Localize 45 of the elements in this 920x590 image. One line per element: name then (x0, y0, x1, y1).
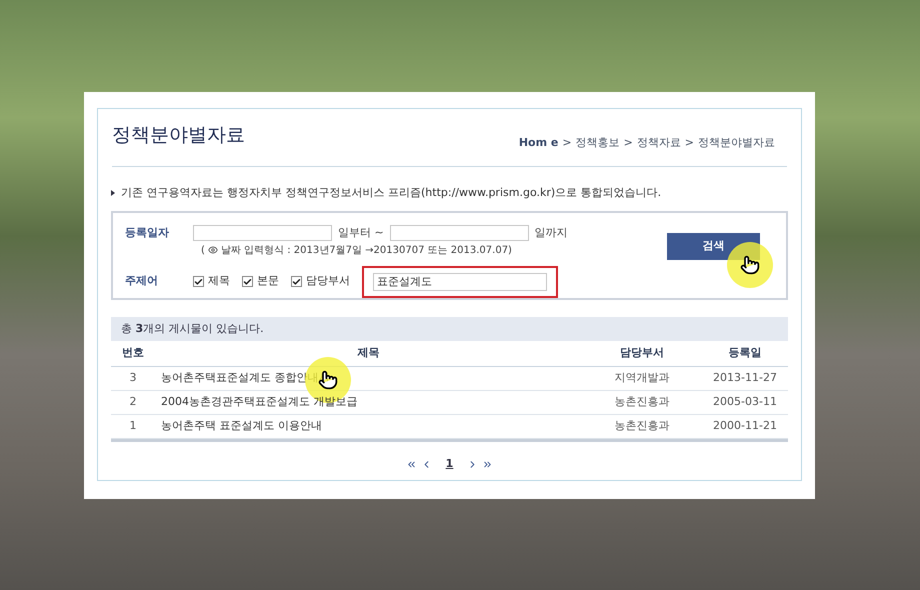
table-cell: 2005-03-11 (713, 395, 777, 408)
table-cell: 3 (130, 371, 136, 384)
breadcrumb-link[interactable]: 정책분야별자료 (698, 135, 775, 152)
table-cell: 지역개발과 (614, 371, 670, 384)
checkbox[interactable] (242, 276, 253, 287)
first-page-icon[interactable] (406, 458, 417, 470)
table-cell: 2000-11-21 (713, 419, 777, 432)
last-page-icon[interactable] (482, 458, 494, 470)
bullet-icon (111, 190, 115, 196)
keyword-field[interactable]: 표준설계도 (373, 272, 547, 290)
table-cell: 2 (130, 395, 136, 408)
eye-icon (208, 245, 218, 255)
date-from-suffix: 일부터 ~ (338, 225, 384, 241)
field-label: 등록일자 (125, 225, 170, 241)
breadcrumb-separator: > (624, 135, 633, 151)
notice-text: 기존 연구용역자료는 행정자치부 정책연구정보서비스 프리즘(http://www.prism.go.kr)으로 통합되었습니다. (121, 184, 662, 200)
table-cell: 2013-11-27 (713, 371, 777, 384)
page-link[interactable]: 1 (446, 456, 454, 472)
breadcrumb-link[interactable]: Hom e (518, 135, 558, 152)
checkbox-label: 담당부서 (306, 273, 350, 290)
date-format-hint: 날짜 입력형식 : 2013년7월7일 →20130707 또는 2013.07.07) (220, 244, 512, 258)
checkbox-label: 제목 (208, 273, 230, 290)
checkbox-label: 본문 (257, 273, 279, 290)
breadcrumb-separator: > (562, 135, 572, 151)
table-cell[interactable]: 2004농촌경관주택표준설계도 개발보급 (161, 395, 358, 408)
result-count: 총 3개의 게시물이 있습니다. (121, 320, 264, 337)
date-to-field[interactable] (390, 225, 529, 242)
breadcrumb-separator: > (684, 135, 694, 151)
table-cell: 농촌진흥과 (614, 419, 670, 432)
column-header: 담당부서 (619, 345, 665, 362)
checkbox[interactable] (291, 276, 302, 287)
hint-paren: ( (201, 244, 205, 258)
column-header: 번호 (121, 345, 145, 362)
date-from-field[interactable] (193, 225, 332, 242)
breadcrumb-link[interactable]: 정책자료 (636, 135, 681, 152)
page-title: 정책분야별자료 (112, 123, 245, 148)
table-cell[interactable]: 농어촌주택 표준설계도 이용안내 (161, 419, 322, 432)
column-header: 등록일 (728, 345, 762, 362)
table-cell: 농촌진흥과 (614, 395, 670, 408)
field-label: 주제어 (125, 273, 159, 290)
breadcrumb-link[interactable]: 정책홍보 (576, 135, 620, 152)
checkbox[interactable] (193, 276, 204, 287)
date-to-suffix: 일까지 (534, 225, 568, 241)
column-header: 제목 (356, 345, 380, 362)
table-cell: 1 (130, 419, 136, 432)
